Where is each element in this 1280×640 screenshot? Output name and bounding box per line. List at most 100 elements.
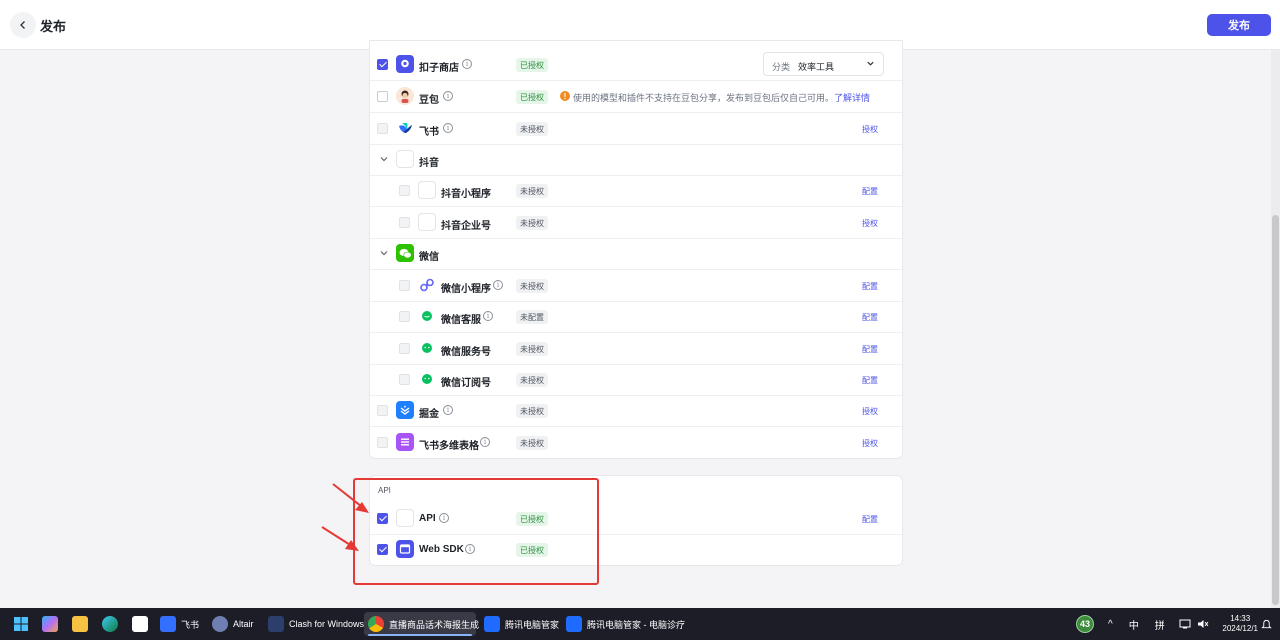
juejin-checkbox[interactable] — [377, 405, 388, 416]
tray-count-badge[interactable]: 43 — [1076, 615, 1094, 633]
feishu-base-icon — [396, 433, 414, 451]
taskbar-tencent-diagnose[interactable]: 腾讯电脑管家 - 电脑诊疗 — [562, 612, 685, 636]
taskbar-label: 飞书 — [181, 619, 200, 630]
authorize-link[interactable]: 授权 — [862, 406, 878, 417]
platform-name: 抖音小程序 — [441, 189, 491, 200]
platform-name: 微信服务号 — [441, 347, 491, 358]
platform-name: 微信小程序 — [441, 284, 491, 295]
windows-taskbar: 飞书 Altair Clash for Windows 直播商品话术海报生成 腾… — [0, 608, 1280, 640]
group-name: 抖音 — [419, 158, 439, 169]
info-icon[interactable]: i — [443, 405, 453, 415]
platform-row-doubao: 豆包 i 已授权 ! 使用的模型和插件不支持在豆包分享，发布到豆包后仅自己可用。… — [370, 82, 902, 113]
publish-button[interactable]: 发布 — [1207, 14, 1271, 36]
category-value: 效率工具 — [798, 62, 835, 72]
windows-logo-icon — [14, 617, 28, 631]
douyin-mini-checkbox[interactable] — [399, 185, 410, 196]
taskbar-chrome[interactable]: 直播商品话术海报生成 — [364, 612, 480, 636]
speaker-muted-icon[interactable] — [1197, 618, 1209, 630]
chevron-down-icon[interactable] — [379, 248, 389, 258]
taskbar-explorer[interactable] — [68, 612, 94, 636]
douyin-mini-icon — [418, 181, 436, 199]
back-button[interactable] — [10, 12, 36, 38]
clock-time: 14:33 — [1230, 614, 1251, 623]
status-badge: 未授权 — [516, 184, 548, 198]
kouzi-checkbox[interactable] — [377, 59, 388, 70]
edge-icon — [102, 616, 118, 632]
platform-row-feishu-base: 飞书多维表格 i 未授权 授权 — [370, 428, 902, 459]
status-badge: 未授权 — [516, 279, 548, 293]
taskbar-clash[interactable]: Clash for Windows — [264, 612, 364, 636]
chevron-down-icon[interactable] — [379, 154, 389, 164]
scrollbar-thumb[interactable] — [1272, 215, 1279, 605]
annotation-highlight-box — [353, 478, 599, 585]
tray-overflow-icon[interactable]: ^ — [1108, 619, 1113, 630]
status-badge: 未授权 — [516, 216, 548, 230]
wechat-mini-program-icon — [418, 276, 436, 294]
platform-name: 飞书多维表格 — [419, 441, 479, 452]
ime-pinyin-indicator[interactable]: 拼 — [1155, 617, 1165, 632]
platform-name: 飞书 — [419, 127, 439, 138]
platform-group-douyin[interactable]: 抖音 — [370, 145, 902, 176]
douyin-ent-checkbox[interactable] — [399, 217, 410, 228]
authorize-link[interactable]: 授权 — [862, 124, 878, 135]
configure-link[interactable]: 配置 — [862, 514, 878, 525]
platform-group-wechat[interactable]: 微信 — [370, 239, 902, 270]
configure-link[interactable]: 配置 — [862, 344, 878, 355]
learn-more-link[interactable]: 了解详情 — [834, 93, 870, 103]
info-icon[interactable]: i — [483, 311, 493, 321]
authorize-link[interactable]: 授权 — [862, 218, 878, 229]
taskbar-feishu[interactable]: 飞书 — [156, 612, 204, 636]
active-indicator — [368, 634, 472, 636]
platform-row-wechat-service: 微信服务号 未授权 配置 — [370, 334, 902, 365]
authorize-link[interactable]: 授权 — [862, 438, 878, 449]
ime-chinese-indicator[interactable]: 中 — [1129, 617, 1139, 632]
taskbar-label: 腾讯电脑管家 - 电脑诊疗 — [587, 619, 685, 630]
platform-row-feishu: 飞书 i 未授权 授权 — [370, 114, 902, 145]
doubao-checkbox[interactable] — [377, 91, 388, 102]
info-icon[interactable]: i — [493, 280, 503, 290]
taskbar-edge[interactable] — [98, 612, 124, 636]
start-button[interactable] — [8, 612, 34, 636]
page-title: 发布 — [40, 19, 67, 34]
taskbar-copilot[interactable] — [38, 612, 64, 636]
status-badge: 已授权 — [516, 58, 548, 72]
taskbar-tencent[interactable]: 腾讯电脑管家 — [480, 612, 560, 636]
wechat-mini-checkbox[interactable] — [399, 280, 410, 291]
folder-icon — [72, 616, 88, 632]
chevron-left-icon — [20, 21, 25, 29]
configure-link[interactable]: 配置 — [862, 312, 878, 323]
clock-date: 2024/12/1 — [1222, 624, 1258, 633]
status-badge: 未授权 — [516, 122, 548, 136]
warning-text: 使用的模型和插件不支持在豆包分享，发布到豆包后仅自己可用。 — [573, 93, 835, 103]
wechat-cs-checkbox[interactable] — [399, 311, 410, 322]
info-icon[interactable]: i — [443, 123, 453, 133]
category-select[interactable]: 分类 效率工具 — [763, 52, 884, 76]
info-icon[interactable]: i — [443, 91, 453, 101]
wechat-service-checkbox[interactable] — [399, 343, 410, 354]
platform-row-wechat-mini: 微信小程序 i 未授权 配置 — [370, 271, 902, 302]
taskbar-store[interactable] — [128, 612, 154, 636]
network-icon[interactable] — [1179, 618, 1191, 630]
info-icon[interactable]: i — [480, 437, 490, 447]
feishu-base-checkbox[interactable] — [377, 437, 388, 448]
group-name: 微信 — [419, 252, 439, 263]
feishu-checkbox[interactable] — [377, 123, 388, 134]
configure-link[interactable]: 配置 — [862, 375, 878, 386]
platform-name: 抖音企业号 — [441, 221, 491, 232]
configure-link[interactable]: 配置 — [862, 281, 878, 292]
warning-icon: ! — [560, 91, 570, 101]
notification-bell-icon[interactable] — [1261, 619, 1272, 630]
system-clock[interactable]: 14:33 2024/12/1 — [1222, 614, 1258, 634]
configure-link[interactable]: 配置 — [862, 186, 878, 197]
chevron-down-icon — [867, 61, 874, 66]
wechat-icon — [396, 244, 414, 262]
feishu-icon — [396, 119, 414, 137]
info-icon[interactable]: i — [462, 59, 472, 69]
taskbar-label: 直播商品话术海报生成 — [389, 619, 480, 630]
platform-row-douyin-ent: 抖音企业号 未授权 授权 — [370, 208, 902, 239]
wechat-sub-checkbox[interactable] — [399, 374, 410, 385]
category-label: 分类 — [772, 62, 791, 72]
system-tray: 43 ^ 中 拼 — [1076, 608, 1209, 640]
taskbar-altair[interactable]: Altair — [208, 612, 262, 636]
wechat-subscription-icon — [418, 370, 436, 388]
